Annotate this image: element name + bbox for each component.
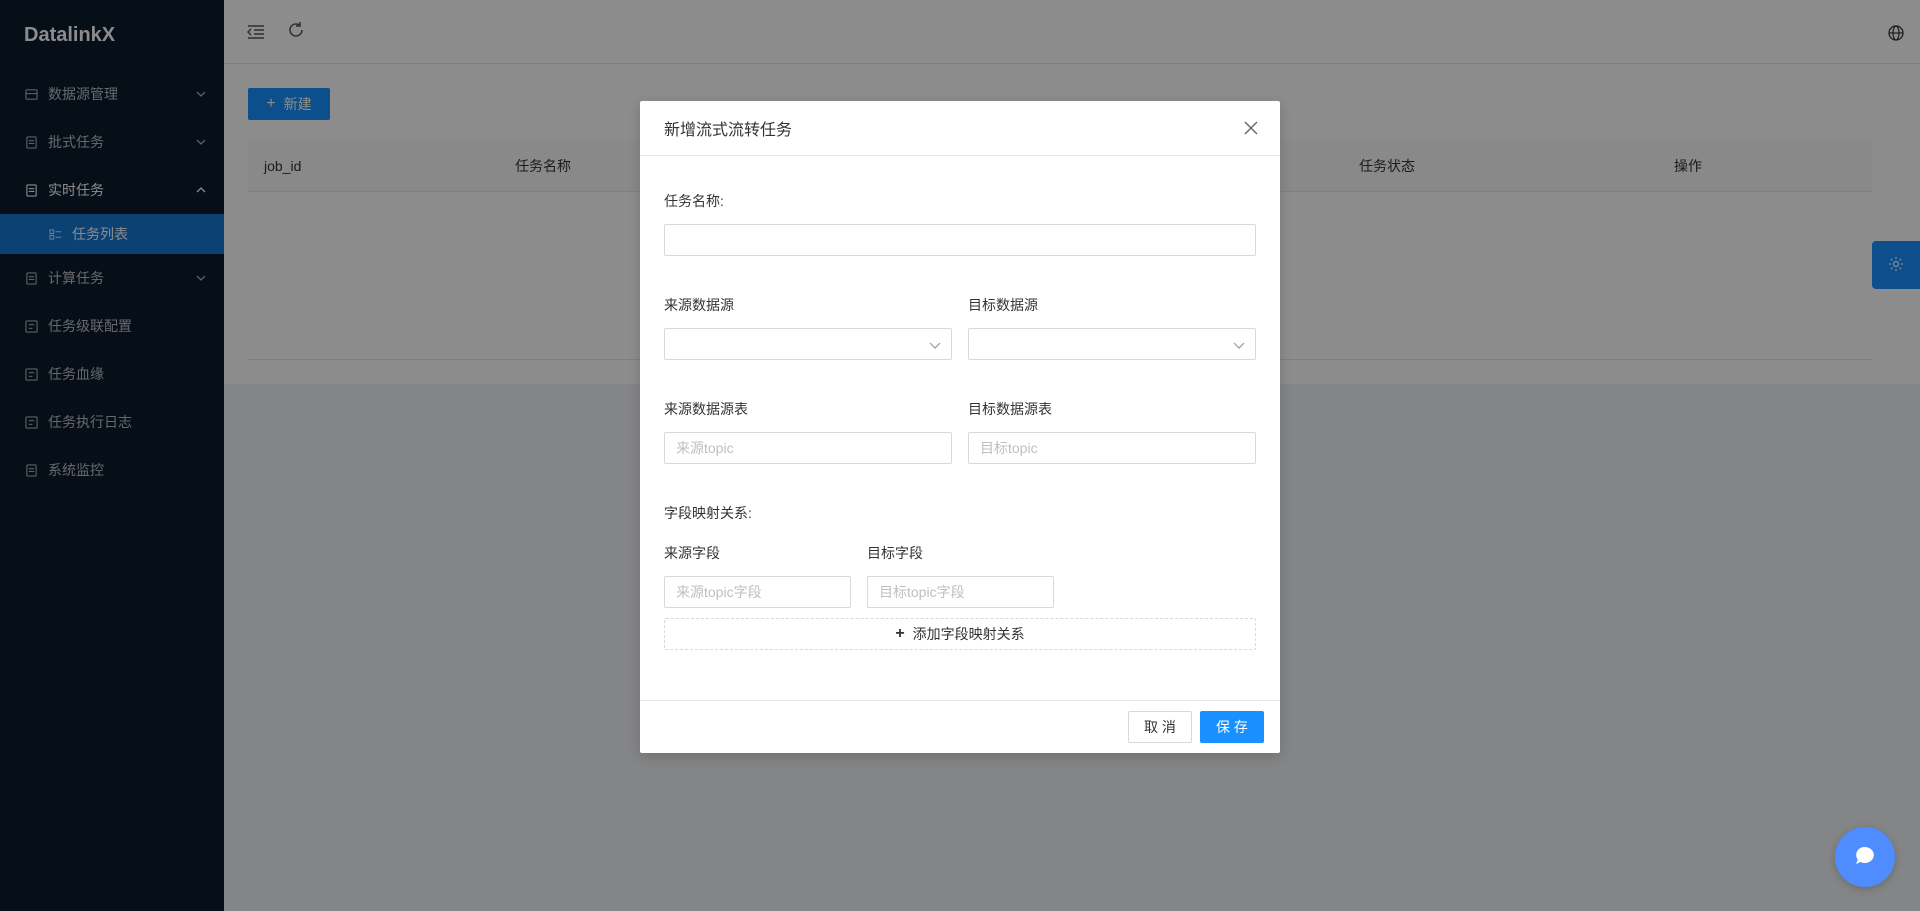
- source-table-label: 来源数据源表: [664, 401, 748, 417]
- target-field-input[interactable]: 目标topic字段: [867, 576, 1054, 608]
- task-name-input[interactable]: [664, 224, 1256, 256]
- chevron-down-icon: [1233, 339, 1245, 351]
- target-datasource-select[interactable]: [968, 328, 1256, 360]
- target-table-label: 目标数据源表: [968, 401, 1052, 417]
- modal-footer: 取 消 保 存: [640, 700, 1280, 753]
- save-button[interactable]: 保 存: [1200, 711, 1264, 743]
- cancel-button[interactable]: 取 消: [1128, 711, 1192, 743]
- target-field-label: 目标字段: [867, 545, 923, 561]
- modal-title: 新增流式流转任务: [664, 122, 793, 139]
- add-field-mapping-label: 添加字段映射关系: [912, 626, 1025, 642]
- source-topic-input[interactable]: 来源topic: [664, 432, 952, 464]
- modal-header: 新增流式流转任务: [640, 101, 1280, 156]
- target-topic-input[interactable]: 目标topic: [968, 432, 1256, 464]
- chat-button[interactable]: [1835, 827, 1895, 887]
- add-field-mapping-button[interactable]: + 添加字段映射关系: [664, 618, 1256, 650]
- source-field-input[interactable]: 来源topic字段: [664, 576, 851, 608]
- source-datasource-label: 来源数据源: [664, 297, 734, 313]
- task-name-label: 任务名称:: [664, 193, 724, 209]
- close-icon[interactable]: [1242, 119, 1260, 137]
- source-datasource-select[interactable]: [664, 328, 952, 360]
- target-datasource-label: 目标数据源: [968, 297, 1038, 313]
- chat-bubble-icon: [1852, 843, 1878, 872]
- field-mapping-label: 字段映射关系:: [664, 505, 752, 521]
- source-field-label: 来源字段: [664, 545, 720, 561]
- create-stream-task-modal: 新增流式流转任务 任务名称: 来源数据源 目标数据源 来源数据源表 目标数据源表…: [640, 101, 1280, 753]
- chevron-down-icon: [929, 339, 941, 351]
- plus-icon: +: [895, 625, 905, 642]
